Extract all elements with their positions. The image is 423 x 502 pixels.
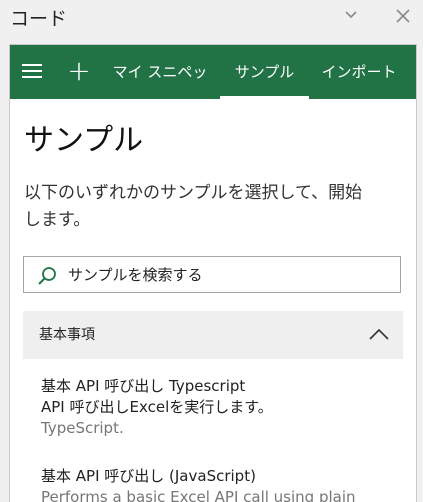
tab-samples[interactable]: サンプル <box>220 45 309 99</box>
nav-bar: + マイ スニペット サンプル インポート <box>10 45 416 135</box>
sample-item[interactable]: 基本 API 呼び出し Typescript API 呼び出しExcelを実行し… <box>41 376 401 439</box>
title-bar: コード <box>0 0 423 36</box>
chevron-down-icon[interactable] <box>340 6 362 26</box>
page-description: 以下のいずれかのサンプルを選択して、開始します。 <box>24 183 363 230</box>
page-title: サンプル <box>24 123 144 158</box>
sample-title: 基本 API 呼び出し (JavaScript) <box>41 467 256 485</box>
tab-import[interactable]: インポート <box>312 45 406 99</box>
hamburger-menu-icon[interactable] <box>22 64 42 78</box>
window-title: コード <box>10 8 68 30</box>
close-icon[interactable] <box>392 5 414 27</box>
search-input[interactable] <box>68 257 388 292</box>
category-header-basics[interactable]: 基本事項 <box>23 311 403 359</box>
code-pane: + マイ スニペット サンプル インポート サンプル 以下のいずれかのサンプルを… <box>9 44 417 502</box>
sample-description-cont: TypeScript. <box>41 419 124 437</box>
sample-description: Performs a basic Excel API call using pl… <box>41 488 356 502</box>
tab-my-snippets[interactable]: マイ スニペット <box>108 45 212 135</box>
chevron-up-icon[interactable] <box>369 328 389 340</box>
search-icon <box>38 267 56 285</box>
search-box[interactable] <box>23 256 401 293</box>
sample-title: 基本 API 呼び出し Typescript <box>41 377 246 395</box>
sample-item[interactable]: 基本 API 呼び出し (JavaScript) Performs a basi… <box>41 466 401 502</box>
category-label: 基本事項 <box>39 327 95 343</box>
sample-description: API 呼び出しExcelを実行します。 <box>41 398 273 416</box>
add-icon[interactable]: + <box>66 57 92 85</box>
